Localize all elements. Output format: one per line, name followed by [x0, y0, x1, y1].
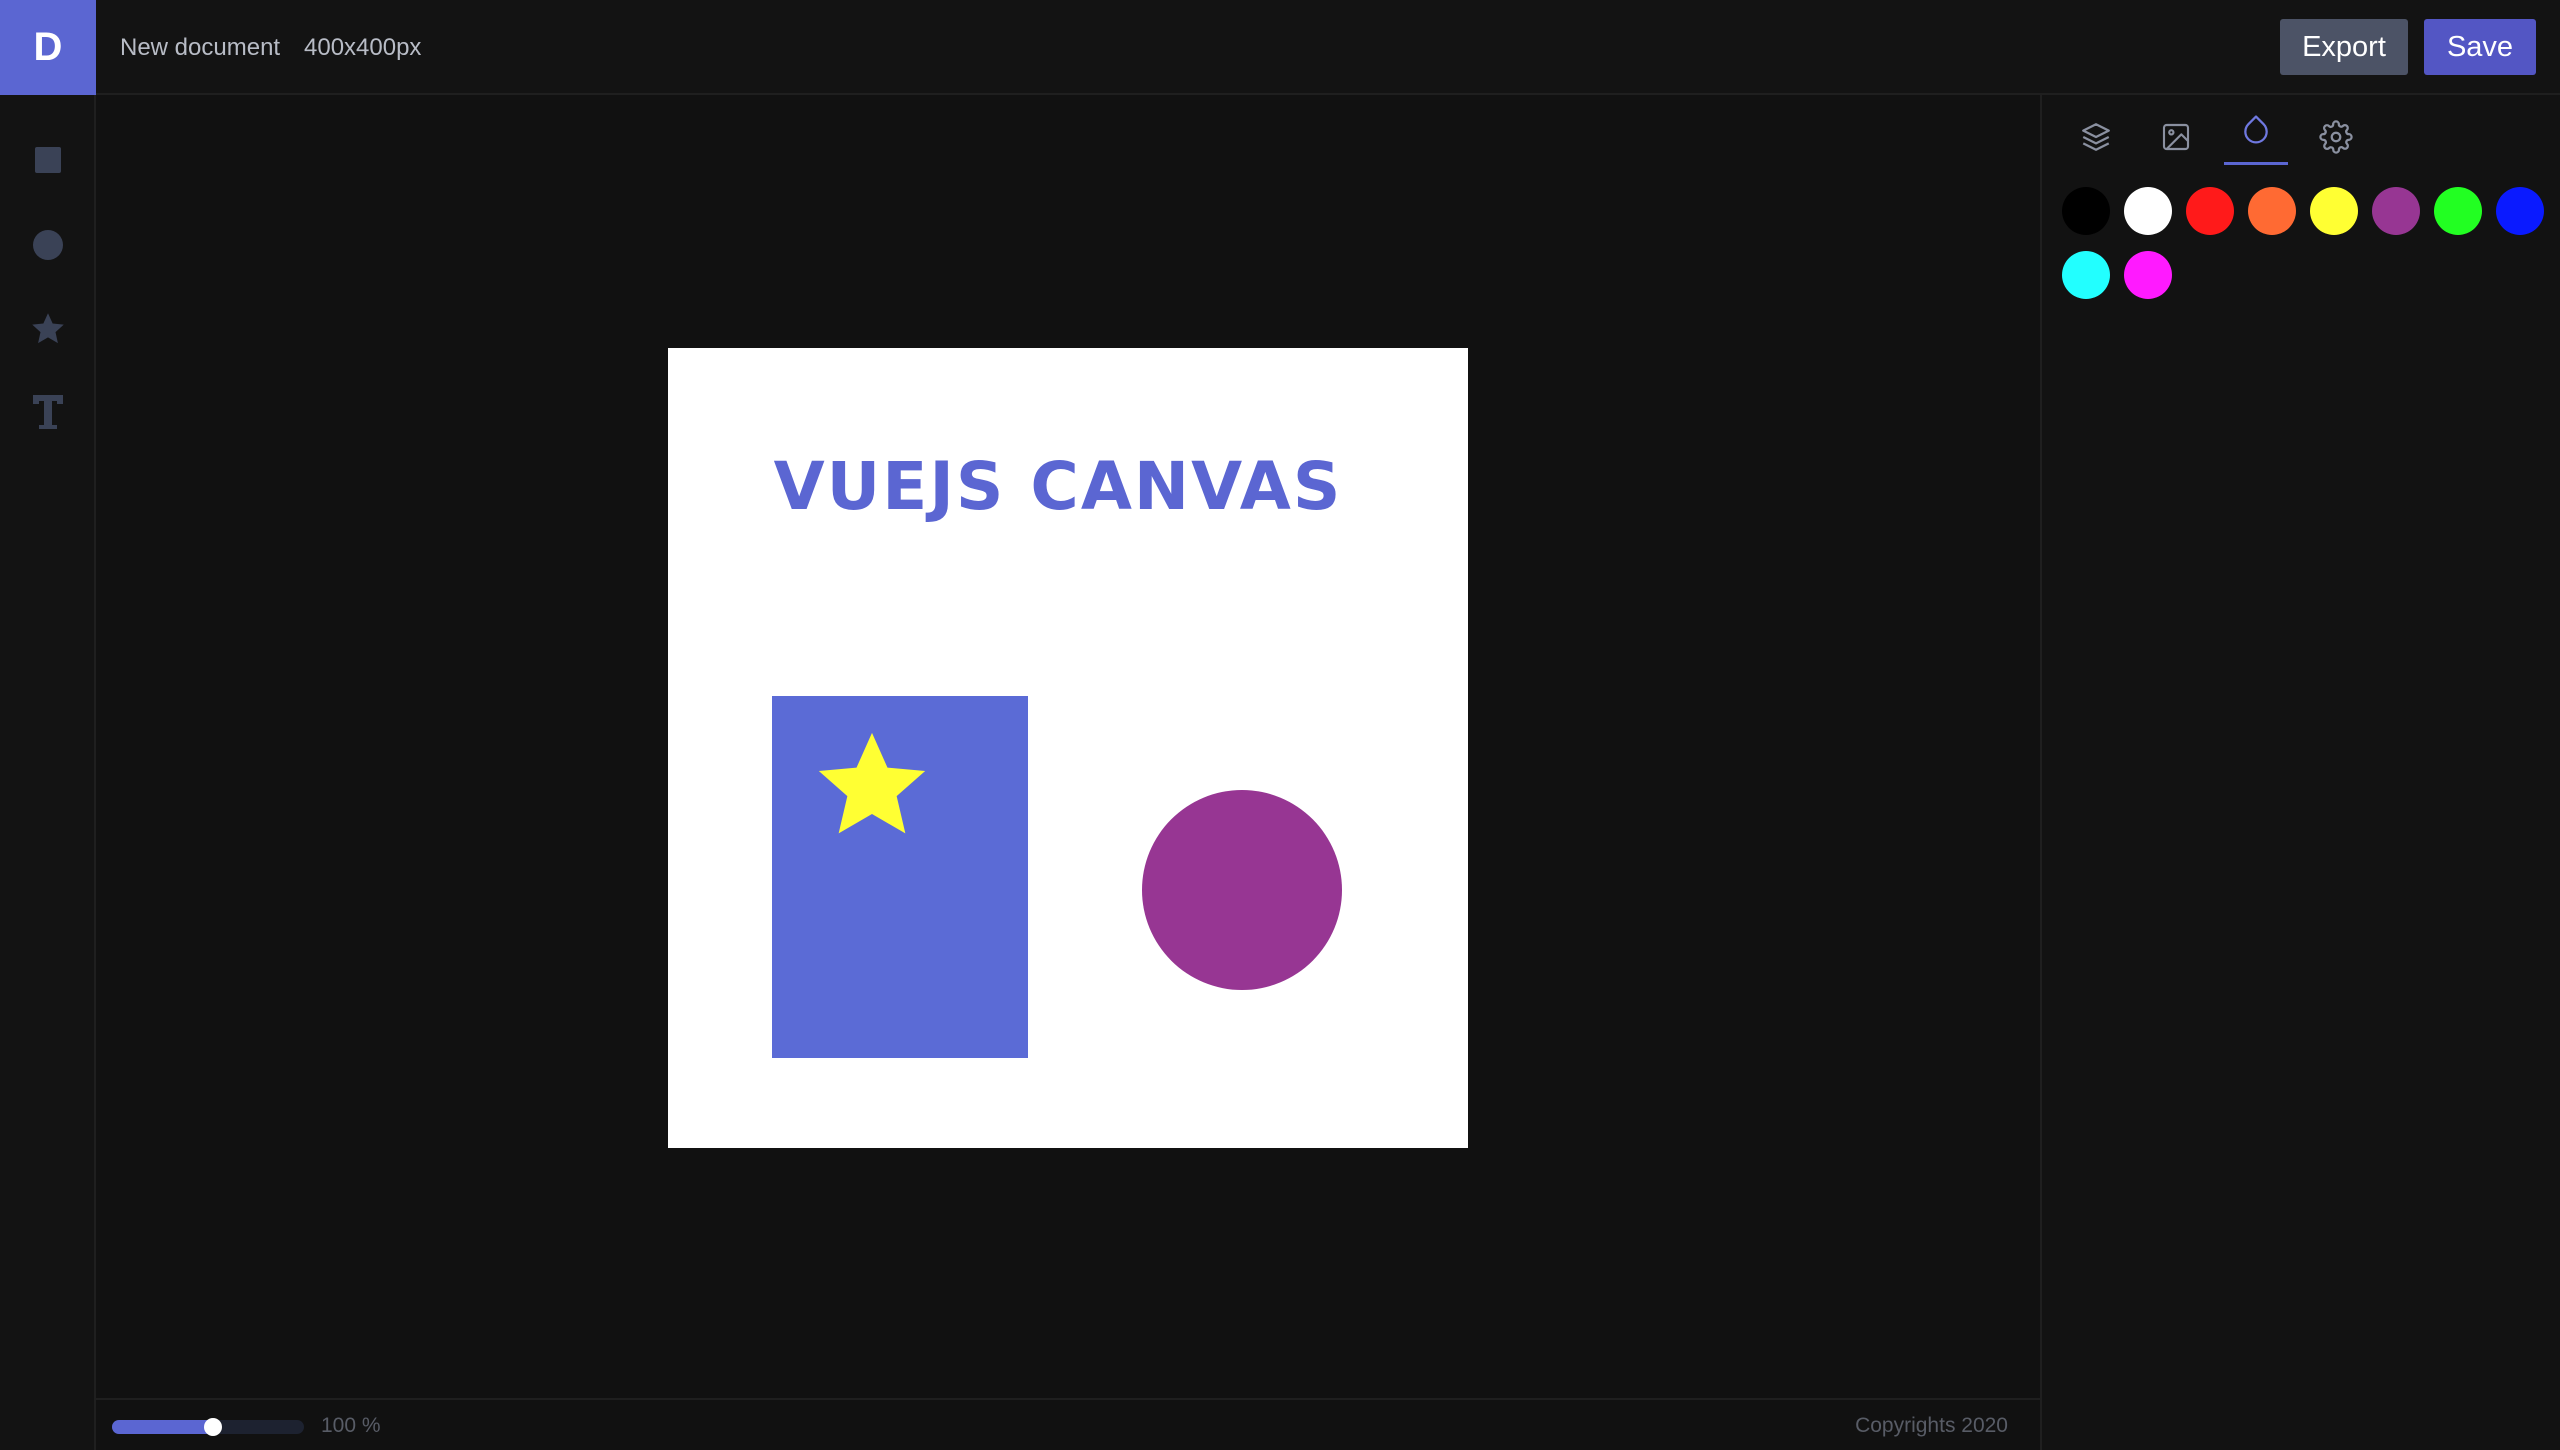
tab-image[interactable] — [2144, 113, 2208, 161]
circle-tool[interactable] — [28, 225, 68, 265]
status-bar: 100 % Copyrights 2020 — [96, 1398, 2040, 1450]
color-swatch[interactable] — [2372, 187, 2420, 235]
color-swatch[interactable] — [2434, 187, 2482, 235]
copyright-text: Copyrights 2020 — [1855, 1414, 2008, 1437]
app-logo: D — [0, 0, 96, 95]
color-swatch[interactable] — [2310, 187, 2358, 235]
text-icon — [33, 395, 63, 429]
color-swatch[interactable] — [2248, 187, 2296, 235]
tab-layers[interactable] — [2064, 113, 2128, 161]
text-tool[interactable] — [28, 391, 68, 431]
document-title: New document — [120, 34, 281, 61]
app-window: D New document 400x400px Export Save VUE… — [0, 0, 2560, 1450]
color-swatch[interactable] — [2186, 187, 2234, 235]
canvas-star-shape[interactable] — [812, 728, 932, 844]
square-icon — [35, 147, 61, 173]
canvas-text-element[interactable]: VUEJS CANVAS — [668, 448, 1448, 525]
color-swatch[interactable] — [2062, 251, 2110, 299]
color-swatch[interactable] — [2124, 187, 2172, 235]
color-swatch[interactable] — [2496, 187, 2544, 235]
gear-icon — [2319, 120, 2353, 154]
tab-color[interactable] — [2224, 95, 2288, 165]
zoom-slider-thumb[interactable] — [204, 1418, 222, 1436]
star-tool[interactable] — [28, 309, 68, 349]
star-icon — [32, 313, 64, 344]
color-swatch[interactable] — [2062, 187, 2110, 235]
droplet-icon — [2244, 114, 2268, 143]
zoom-slider-fill — [112, 1420, 213, 1434]
drawing-canvas[interactable]: VUEJS CANVAS — [668, 348, 1468, 1148]
rectangle-tool[interactable] — [28, 140, 68, 180]
circle-icon — [33, 230, 63, 260]
layers-icon — [2082, 123, 2110, 151]
properties-panel — [2040, 95, 2560, 1450]
left-toolbar — [0, 95, 96, 1450]
export-button[interactable]: Export — [2280, 19, 2408, 75]
top-bar: D New document 400x400px Export Save — [0, 0, 2560, 95]
canvas-circle-shape[interactable] — [1142, 790, 1342, 990]
tab-settings[interactable] — [2304, 113, 2368, 161]
document-size: 400x400px — [304, 34, 422, 61]
zoom-level-label: 100 % — [321, 1414, 381, 1437]
canvas-workspace[interactable]: VUEJS CANVAS — [96, 95, 2040, 1398]
image-icon — [2162, 123, 2190, 151]
save-button[interactable]: Save — [2424, 19, 2536, 75]
color-swatch[interactable] — [2124, 251, 2172, 299]
zoom-slider[interactable] — [112, 1418, 304, 1436]
